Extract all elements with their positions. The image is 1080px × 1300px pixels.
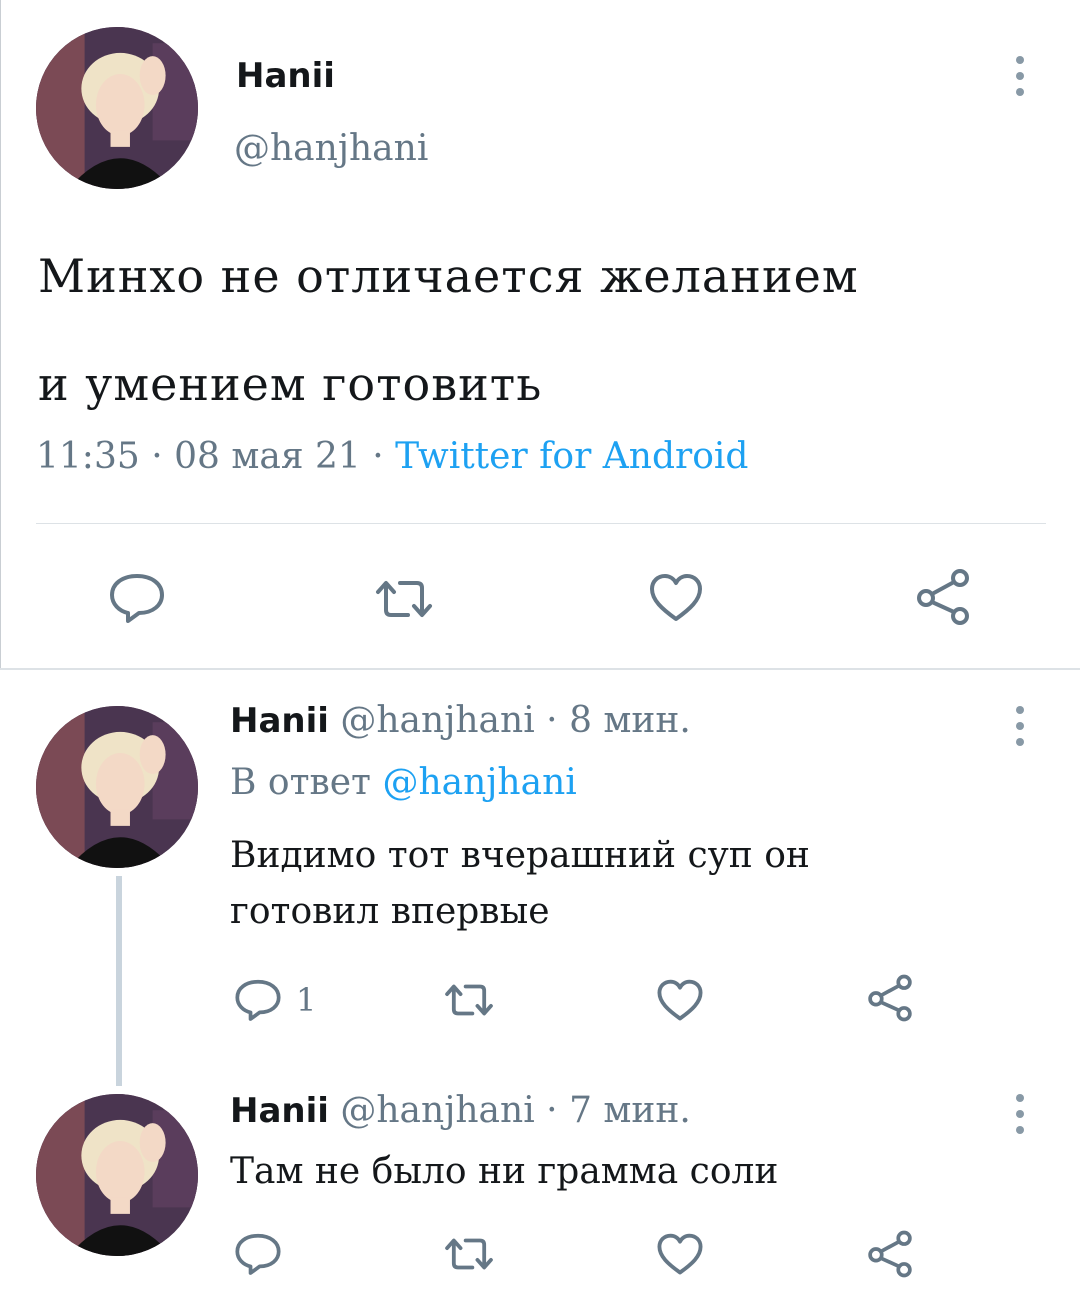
author-handle[interactable]: @hanjhani [234,128,428,169]
tweet-source-link[interactable]: Twitter for Android [395,436,748,477]
share-button[interactable] [866,974,914,1022]
divider [36,523,1046,524]
reply-text-line: Там не было ни грамма соли [230,1151,779,1192]
retweet-icon [445,984,493,1016]
share-icon [917,569,969,625]
reply-button[interactable]: 1 [234,978,316,1022]
main-tweet: Hanii @hanjhani Минхо не отличается жела… [0,0,1080,668]
avatar[interactable] [36,27,198,189]
meta-separator: · [546,1090,558,1131]
thread-line [116,876,122,1086]
reply-count: 1 [296,981,317,1019]
author-handle[interactable]: @hanjhani [340,700,534,741]
author-name[interactable]: Hanii [230,1091,329,1131]
reply-header: Hanii @hanjhani · 7 мин. [230,1090,691,1131]
share-button[interactable] [914,568,972,626]
reply-text: Видимо тот вчерашний суп он готовил впер… [230,828,1030,940]
tweet-text: Минхо не отличается желанием и умением г… [38,222,1048,438]
share-icon [868,974,912,1022]
tweet-text-line: и умением готовить [38,357,543,411]
reply-button[interactable] [234,1232,282,1276]
reply-header: Hanii @hanjhani · 8 мин. [230,700,691,741]
tweet-meta: 11:35 · 08 мая 21 · Twitter for Android [36,436,748,477]
more-options-icon[interactable] [1014,56,1026,96]
avatar-image [36,706,198,868]
avatar[interactable] [36,706,198,868]
author-name[interactable]: Hanii [236,56,335,96]
retweet-button[interactable] [442,1236,496,1272]
meta-separator: · [372,436,384,477]
like-button[interactable] [656,1232,704,1277]
like-icon [657,1233,703,1275]
like-icon [650,574,702,621]
tweet-time: 11:35 [36,436,140,477]
reply-time: 8 мин. [569,700,691,741]
reply-to-label: В ответ [230,762,371,803]
avatar[interactable] [36,1094,198,1256]
reply-text: Там не было ни грамма соли [230,1144,1030,1200]
avatar-image [36,1094,198,1256]
reply-button[interactable] [108,572,166,624]
like-icon [657,979,703,1021]
section-divider [0,668,1080,670]
avatar-image [36,27,198,189]
reply-icon [235,1233,281,1275]
reply-icon [235,979,281,1021]
like-button[interactable] [648,572,704,624]
reply-text-line: готовил впервые [230,891,550,932]
retweet-button[interactable] [442,982,496,1018]
author-handle[interactable]: @hanjhani [340,1090,534,1131]
tweet-date: 08 мая 21 [174,436,361,477]
more-options-icon[interactable] [1014,706,1026,746]
retweet-icon [376,581,432,617]
share-icon [868,1230,912,1278]
meta-separator: · [151,436,163,477]
more-options-icon[interactable] [1014,1094,1026,1134]
share-button[interactable] [866,1230,914,1278]
author-name[interactable]: Hanii [230,701,329,741]
tweet-text-line: Минхо не отличается желанием [38,249,859,303]
like-button[interactable] [656,978,704,1023]
reply-icon [110,574,164,623]
reply-to-handle-link[interactable]: @hanjhani [382,762,576,803]
retweet-icon [445,1238,493,1270]
reply-time: 7 мин. [569,1090,691,1131]
meta-separator: · [546,700,558,741]
reply-to-line: В ответ @hanjhani [230,762,577,803]
reply-text-line: Видимо тот вчерашний суп он [230,835,810,876]
retweet-button[interactable] [372,578,436,620]
